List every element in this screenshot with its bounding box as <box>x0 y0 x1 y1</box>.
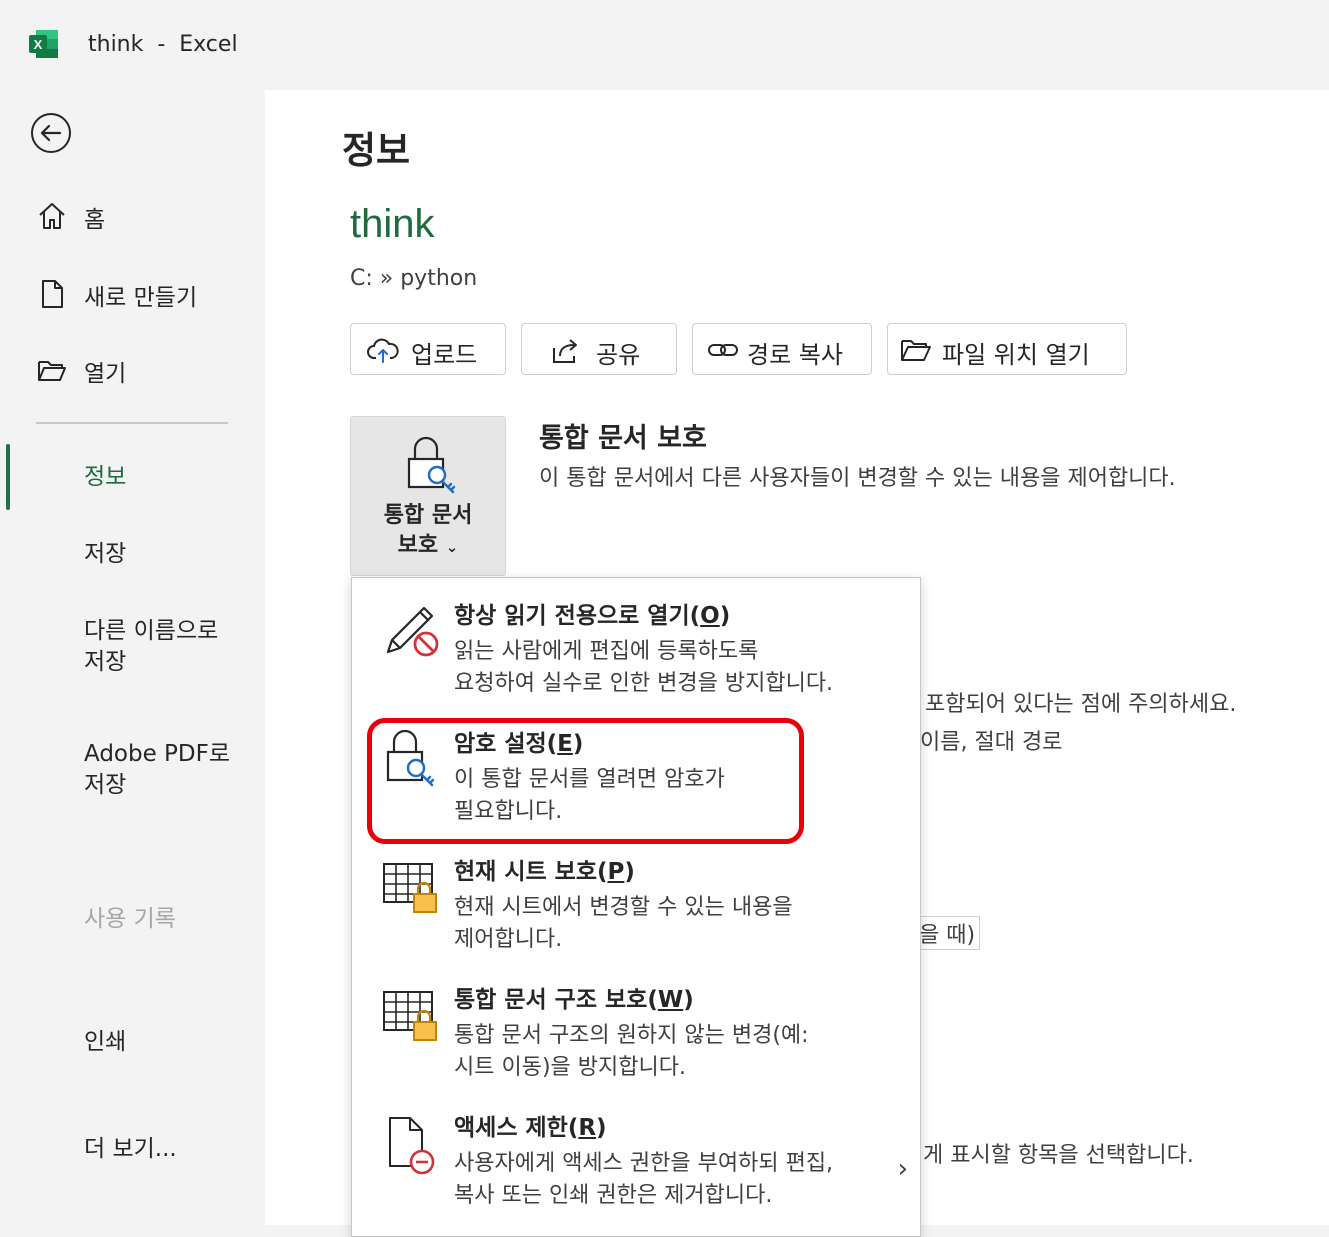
lock-key-icon <box>407 436 456 494</box>
sidebar-item-home[interactable]: 홈 <box>0 198 265 234</box>
menu-item-title: 통합 문서 구조 보호(W) <box>454 987 694 1013</box>
pencil-prohibited-icon <box>386 606 439 657</box>
link-icon <box>708 344 738 356</box>
home-icon <box>39 203 65 229</box>
svg-text:X: X <box>34 37 43 52</box>
menu-item-accesskey: W <box>657 987 684 1013</box>
sidebar-item-more[interactable]: 더 보기... <box>84 1134 254 1165</box>
menu-item-description: 통합 문서 구조의 원하지 않는 변경(예: 시트 이동)을 방지합니다. <box>454 1023 809 1080</box>
background-text: 게 표시할 항목을 선택합니다. <box>923 1143 1194 1168</box>
protect-section-description: 이 통합 문서에서 다른 사용자들이 변경할 수 있는 내용을 제어합니다. <box>539 466 1176 491</box>
sidebar-item-save-pdf[interactable]: Adobe PDF로 저장 <box>84 739 254 801</box>
window-title: think - Excel <box>88 32 238 57</box>
sidebar-item-label: 홈 <box>84 207 106 233</box>
excel-logo-icon: X <box>29 30 58 58</box>
sidebar-divider <box>36 422 228 424</box>
menu-item-title: 현재 시트 보호(P) <box>454 859 635 885</box>
sidebar-item-open[interactable]: 열기 <box>0 352 265 388</box>
menu-item-title: 항상 읽기 전용으로 열기(O) <box>454 603 731 629</box>
sidebar-item-label: 열기 <box>84 361 127 387</box>
sidebar-item-save[interactable]: 저장 <box>84 539 254 570</box>
backstage-sidebar: 홈 새로 만들기 열기 정보 저장 다른 이름으로 저장 Adobe PDF로 … <box>0 90 265 1225</box>
background-text: 포함되어 있다는 점에 주의하세요. <box>925 692 1237 717</box>
sidebar-item-print[interactable]: 인쇄 <box>84 1027 254 1058</box>
protect-tile-line2: 보호 <box>397 533 439 558</box>
menu-item-accesskey: R <box>578 1115 597 1141</box>
document-path: C: » python <box>350 266 478 291</box>
upload-cloud-icon <box>367 338 399 363</box>
document-restrict-icon <box>389 1117 435 1175</box>
title-bar: X think - Excel <box>0 0 1329 90</box>
menu-item-title-text: 통합 문서 구조 보호 <box>454 987 648 1013</box>
new-file-icon <box>42 280 63 308</box>
back-arrow-icon[interactable] <box>30 112 72 154</box>
menu-item-accesskey: P <box>607 859 625 885</box>
highlight-box <box>367 718 804 844</box>
menu-item-protect-current-sheet[interactable]: 현재 시트 보호(P) 현재 시트에서 변경할 수 있는 내용을 제어합니다. <box>352 838 920 966</box>
upload-button[interactable]: 업로드 <box>350 323 506 375</box>
protect-workbook-button[interactable]: 통합 문서 보호 ⌄ <box>350 416 506 576</box>
copy-path-label: 경로 복사 <box>747 341 843 369</box>
open-file-location-button[interactable]: 파일 위치 열기 <box>887 323 1127 375</box>
background-text: 을 때) <box>915 916 981 950</box>
menu-item-title-text: 항상 읽기 전용으로 열기 <box>454 603 690 629</box>
chevron-down-icon: ⌄ <box>445 538 459 556</box>
page-title: 정보 <box>342 129 411 172</box>
menu-item-title: 액세스 제한(R) <box>454 1115 607 1141</box>
active-indicator <box>6 444 10 510</box>
chevron-right-icon: › <box>897 1154 908 1184</box>
protect-tile-line1: 통합 문서 <box>383 503 473 528</box>
menu-item-description: 현재 시트에서 변경할 수 있는 내용을 제어합니다. <box>454 895 793 952</box>
protect-workbook-label: 통합 문서 보호 ⌄ <box>351 501 505 562</box>
upload-label: 업로드 <box>411 341 478 369</box>
copy-path-button[interactable]: 경로 복사 <box>692 323 872 375</box>
open-file-location-label: 파일 위치 열기 <box>942 341 1090 369</box>
share-button[interactable]: 공유 <box>521 323 677 375</box>
share-label: 공유 <box>596 341 641 369</box>
sidebar-item-history: 사용 기록 <box>84 906 176 932</box>
sheet-lock-icon <box>383 863 437 913</box>
protect-workbook-menu: 항상 읽기 전용으로 열기(O) 읽는 사람에게 편집에 등록하도록 요청하여 … <box>351 577 921 1237</box>
protect-section-title: 통합 문서 보호 <box>539 423 707 454</box>
menu-item-title-text: 현재 시트 보호 <box>454 859 597 885</box>
menu-item-restrict-access[interactable]: 액세스 제한(R) 사용자에게 액세스 권한을 부여하되 편집, 복사 또는 인… <box>352 1094 920 1222</box>
open-folder-icon <box>38 361 66 381</box>
menu-item-always-open-read-only[interactable]: 항상 읽기 전용으로 열기(O) 읽는 사람에게 편집에 등록하도록 요청하여 … <box>352 582 920 710</box>
menu-item-accesskey: O <box>700 603 720 629</box>
workbook-lock-icon <box>383 991 437 1041</box>
menu-item-description: 사용자에게 액세스 권한을 부여하되 편집, 복사 또는 인쇄 권한은 제거합니… <box>454 1151 834 1208</box>
document-name: think <box>350 202 435 246</box>
sidebar-item-new[interactable]: 새로 만들기 <box>0 276 265 312</box>
menu-item-protect-workbook-structure[interactable]: 통합 문서 구조 보호(W) 통합 문서 구조의 원하지 않는 변경(예: 시트… <box>352 966 920 1094</box>
folder-open-icon <box>901 340 931 361</box>
share-icon <box>553 339 577 363</box>
menu-item-title-text: 액세스 제한 <box>454 1115 568 1141</box>
sidebar-item-info[interactable]: 정보 <box>84 462 254 493</box>
background-text: 이름, 절대 경로 <box>920 730 1063 755</box>
sidebar-item-label: 새로 만들기 <box>84 285 198 311</box>
menu-item-description: 읽는 사람에게 편집에 등록하도록 요청하여 실수로 인한 변경을 방지합니다. <box>454 639 834 696</box>
sidebar-item-save-as[interactable]: 다른 이름으로 저장 <box>84 616 254 678</box>
